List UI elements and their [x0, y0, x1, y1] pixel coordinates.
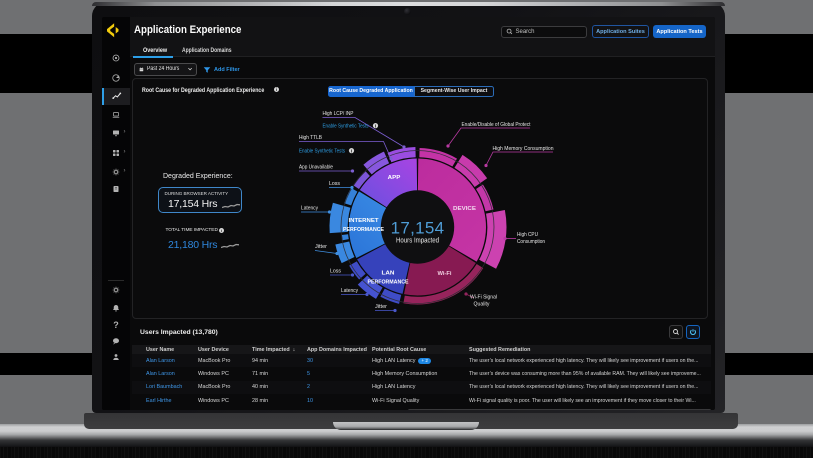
- svg-text:High LCP/ INP: High LCP/ INP: [323, 111, 354, 117]
- svg-text:Hours Impacted: Hours Impacted: [396, 238, 439, 245]
- svg-text:Loss: Loss: [330, 269, 341, 275]
- svg-text:Consumption: Consumption: [517, 239, 545, 245]
- svg-text:Loss: Loss: [329, 181, 340, 187]
- svg-text:Jitter: Jitter: [375, 304, 387, 310]
- svg-text:Wi-Fi: Wi-Fi: [438, 271, 453, 277]
- svg-text:Wi-Fi Signal: Wi-Fi Signal: [470, 295, 497, 301]
- svg-text:i: i: [351, 148, 352, 153]
- svg-text:High CPU: High CPU: [517, 232, 538, 238]
- svg-text:DEVICE: DEVICE: [453, 206, 477, 212]
- svg-text:Latency: Latency: [301, 206, 318, 212]
- svg-text:17,154: 17,154: [391, 219, 445, 238]
- svg-text:Enable/Disable of Global Prote: Enable/Disable of Global Protect: [462, 122, 531, 128]
- svg-text:Jitter: Jitter: [315, 244, 327, 250]
- svg-text:Latency: Latency: [341, 288, 358, 294]
- svg-text:App Unavailable: App Unavailable: [299, 165, 333, 171]
- svg-text:LAN: LAN: [382, 271, 395, 277]
- svg-text:i: i: [375, 123, 376, 128]
- svg-text:Enable Synthetic Tests: Enable Synthetic Tests: [323, 124, 369, 130]
- svg-text:PERFORMANCE: PERFORMANCE: [343, 227, 385, 233]
- svg-text:INTERNET: INTERNET: [349, 218, 380, 224]
- svg-text:PERFORMANCE: PERFORMANCE: [368, 280, 410, 286]
- svg-text:APP: APP: [388, 175, 401, 181]
- svg-text:High TTLB: High TTLB: [299, 135, 322, 141]
- svg-text:High Memory Consumption: High Memory Consumption: [493, 146, 554, 152]
- svg-text:Quality: Quality: [474, 302, 490, 308]
- svg-text:Enable Synthetic Tests: Enable Synthetic Tests: [299, 149, 345, 155]
